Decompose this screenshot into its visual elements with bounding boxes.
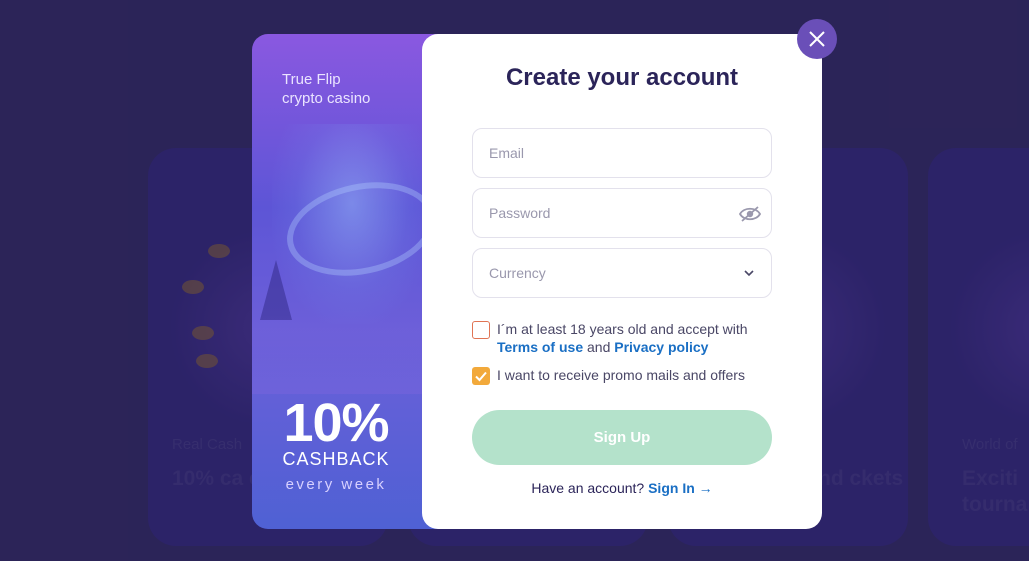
signup-modal: True Flip crypto casino 10% CASHBACK eve… xyxy=(252,34,822,529)
check-icon xyxy=(475,371,487,382)
have-account-text: Have an account? xyxy=(531,480,645,496)
promo-percent: 10% xyxy=(283,393,389,453)
signin-link[interactable]: Sign In → xyxy=(648,480,713,496)
age-consent-label: I´m at least 18 years old and accept wit… xyxy=(497,320,782,356)
promo-consent-label: I want to receive promo mails and offers xyxy=(497,367,745,383)
brand-name: True Flip xyxy=(282,71,341,88)
age-consent-text: I´m at least 18 years old and accept wit… xyxy=(497,321,748,337)
close-button[interactable] xyxy=(797,19,837,59)
promo-cashback: CASHBACK xyxy=(282,449,390,469)
terms-link[interactable]: Terms of use xyxy=(497,339,583,355)
and-text: and xyxy=(587,339,611,355)
brand-subtitle: crypto casino xyxy=(282,90,371,107)
form-title: Create your account xyxy=(505,64,739,91)
close-icon xyxy=(809,31,825,47)
password-field[interactable] xyxy=(473,189,771,237)
signup-button[interactable]: Sign Up xyxy=(472,410,772,465)
privacy-link[interactable]: Privacy policy xyxy=(614,339,708,355)
email-field-wrapper xyxy=(472,128,772,178)
chevron-down-icon xyxy=(744,270,754,277)
promo-consent-checkbox[interactable] xyxy=(472,367,490,385)
email-field[interactable] xyxy=(473,129,771,177)
signin-row: Have an account? Sign In → xyxy=(422,480,822,496)
password-field-wrapper xyxy=(472,188,772,238)
eye-icon[interactable] xyxy=(739,205,761,223)
age-consent-checkbox[interactable] xyxy=(472,321,490,339)
promo-period: every week xyxy=(285,476,387,493)
brand-tagline: True Flip crypto casino xyxy=(282,70,442,108)
currency-placeholder: Currency xyxy=(489,265,546,281)
tree-illustration xyxy=(260,260,292,320)
currency-select[interactable]: Currency xyxy=(472,248,772,298)
signup-form: Create your account Currency I´m at leas… xyxy=(422,34,822,529)
